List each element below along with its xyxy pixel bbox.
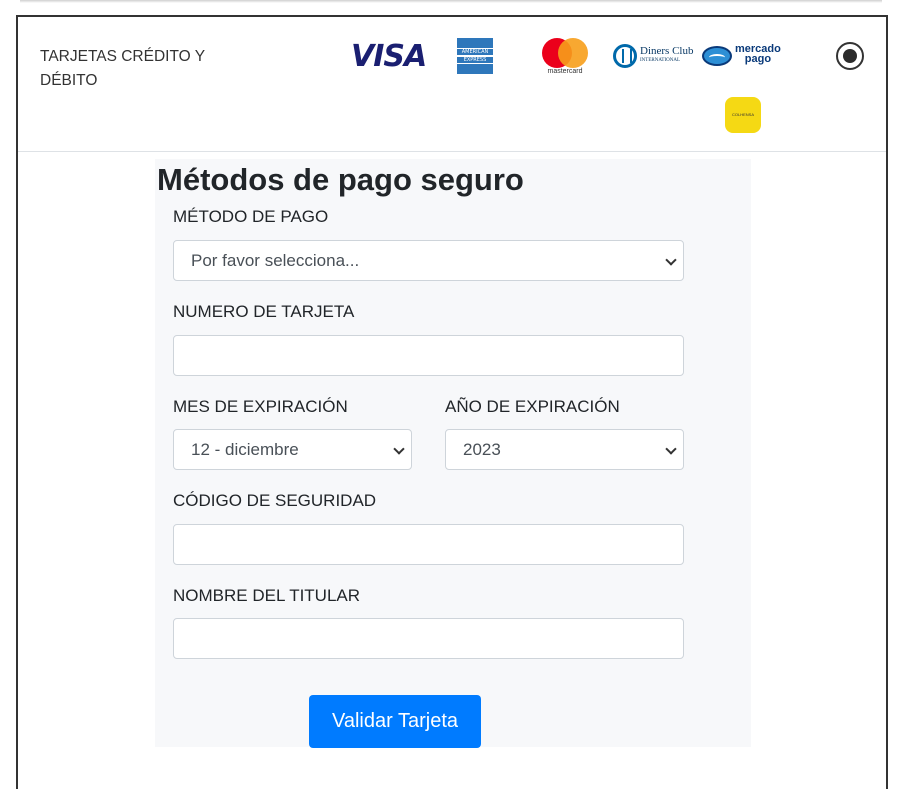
- mercadopago-logo: mercado pago: [702, 44, 787, 70]
- payment-option-title: TARJETAS CRÉDITO Y DÉBITO: [40, 48, 205, 89]
- amex-logo-text-bottom: EXPRESS: [457, 56, 493, 64]
- exp-month-select[interactable]: 12 - diciembre: [173, 429, 412, 470]
- exp-year-select[interactable]: 2023: [445, 429, 684, 470]
- exp-year-value: 2023: [463, 440, 501, 459]
- security-code-label: CÓDIGO DE SEGURIDAD: [173, 491, 377, 510]
- mastercard-logo: mastercard: [540, 38, 590, 78]
- exp-year-label: AÑO DE EXPIRACIÓN: [445, 397, 620, 416]
- diners-logo-text: Diners Club: [640, 45, 694, 57]
- diners-ring-icon: [613, 44, 637, 68]
- chevron-down-icon: [393, 443, 405, 455]
- holder-name-input[interactable]: [173, 618, 684, 659]
- mercadopago-handshake-icon: [702, 46, 732, 66]
- mercadopago-logo-text: mercado pago: [735, 44, 781, 65]
- mercadopago-word-2: pago: [744, 53, 772, 65]
- card-number-input[interactable]: [173, 335, 684, 376]
- payment-method-value: Por favor selecciona...: [191, 251, 360, 270]
- diners-logo-subtext: INTERNATIONAL: [640, 58, 680, 63]
- amex-logo: AMERICAN EXPRESS: [457, 38, 493, 74]
- efecty-logo: COLHENSA: [725, 97, 761, 133]
- form-title: Métodos de pago seguro: [157, 162, 524, 197]
- exp-month-label: MES DE EXPIRACIÓN: [173, 397, 348, 416]
- holder-name-label: NOMBRE DEL TITULAR: [173, 586, 361, 605]
- security-code-input[interactable]: [173, 524, 684, 565]
- chevron-down-icon: [665, 254, 677, 266]
- payment-option-radio[interactable]: [836, 42, 864, 70]
- amex-logo-text-top: AMERICAN: [457, 48, 493, 56]
- card-number-label: NUMERO DE TARJETA: [173, 302, 355, 321]
- secure-payment-form: Métodos de pago seguro MÉTODO DE PAGO Po…: [155, 159, 751, 748]
- payment-method-label: MÉTODO DE PAGO: [173, 207, 329, 226]
- chevron-down-icon: [665, 443, 677, 455]
- mastercard-orange-circle: [558, 38, 588, 68]
- mastercard-logo-text: mastercard: [547, 68, 583, 75]
- card-header: TARJETAS CRÉDITO Y DÉBITO VISA AMERICAN …: [18, 17, 886, 152]
- payment-option-card: TARJETAS CRÉDITO Y DÉBITO VISA AMERICAN …: [16, 15, 888, 789]
- payment-method-select[interactable]: Por favor selecciona...: [173, 240, 684, 281]
- top-shadow: [20, 0, 882, 3]
- visa-logo: VISA: [351, 39, 427, 74]
- validate-card-button[interactable]: Validar Tarjeta: [309, 695, 481, 748]
- diners-club-logo: Diners Club INTERNATIONAL: [613, 44, 695, 68]
- exp-month-value: 12 - diciembre: [191, 440, 299, 459]
- radio-selected-dot: [843, 49, 857, 63]
